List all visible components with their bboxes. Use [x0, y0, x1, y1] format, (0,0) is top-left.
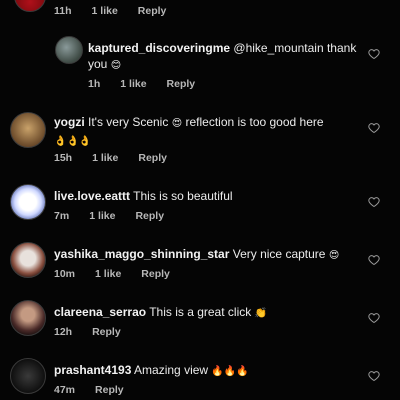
avatar[interactable]: [14, 0, 46, 12]
reply-button[interactable]: Reply: [138, 152, 167, 164]
comment-partial-top: 11h 1 like Reply: [0, 0, 400, 22]
heart-icon[interactable]: [368, 196, 380, 208]
comment-time: 47m: [54, 384, 76, 396]
comment-text-continued: reflection is too good here: [185, 115, 324, 129]
heart-icon[interactable]: [368, 48, 380, 60]
reply-button[interactable]: Reply: [141, 268, 170, 280]
comment-meta: 47m Reply: [54, 384, 144, 396]
avatar[interactable]: [10, 242, 46, 278]
comment-time: 10m: [54, 268, 76, 280]
heart-icon[interactable]: [368, 254, 380, 266]
avatar[interactable]: [10, 184, 46, 220]
comment-time: 15h: [54, 152, 73, 164]
comment-body: yashika_maggo_shinning_star Very nice ca…: [54, 246, 374, 264]
comment-item: kaptured_discoveringme @hike_mountain th…: [0, 36, 400, 92]
heart-eyes-emoji: 😍: [328, 250, 340, 261]
clap-emoji: 👏: [254, 308, 268, 319]
comment-time: 7m: [54, 210, 70, 222]
comment-text: This is a great click: [149, 305, 252, 319]
comment-text: This is so beautiful: [133, 189, 233, 203]
avatar[interactable]: [10, 112, 46, 148]
comment-body: prashant4193 Amazing view 🔥🔥🔥: [54, 362, 364, 380]
avatar[interactable]: [10, 300, 46, 336]
comment-time: 11h: [54, 5, 72, 17]
comment-meta: 15h 1 like Reply: [54, 152, 187, 164]
reply-button[interactable]: Reply: [92, 326, 121, 338]
ok-hand-emoji: 👌👌👌: [54, 136, 92, 147]
comment-username[interactable]: yashika_maggo_shinning_star: [54, 247, 229, 261]
comment-meta: 11h 1 like Reply: [54, 5, 186, 17]
heart-eyes-emoji: 😍: [171, 118, 183, 129]
reply-button[interactable]: Reply: [138, 5, 167, 17]
like-count[interactable]: 1 like: [95, 268, 121, 280]
comment-body: live.love.eattt This is so beautiful: [54, 188, 364, 204]
comment-meta: 10m 1 like Reply: [54, 268, 190, 280]
comment-item: yashika_maggo_shinning_star Very nice ca…: [0, 238, 400, 288]
smile-emoji: 😊: [110, 60, 122, 71]
heart-icon[interactable]: [368, 122, 380, 134]
comment-body: clareena_serrao This is a great click 👏: [54, 304, 364, 322]
like-count[interactable]: 1 like: [92, 152, 118, 164]
comment-username[interactable]: yogzi: [54, 115, 85, 129]
reply-button[interactable]: Reply: [95, 384, 124, 396]
like-count[interactable]: 1 like: [92, 5, 118, 17]
comment-username[interactable]: clareena_serrao: [54, 305, 146, 319]
heart-icon[interactable]: [368, 370, 380, 382]
avatar[interactable]: [10, 358, 46, 394]
comment-item: yogzi It's very Scenic 😍 reflection is t…: [0, 108, 400, 168]
comment-time: 12h: [54, 326, 73, 338]
reply-button[interactable]: Reply: [167, 78, 196, 90]
comment-item: clareena_serrao This is a great click 👏 …: [0, 296, 400, 344]
comment-username[interactable]: prashant4193: [54, 363, 131, 377]
comment-text: It's very Scenic: [88, 115, 169, 129]
comment-item: prashant4193 Amazing view 🔥🔥🔥 47m Reply: [0, 356, 400, 400]
comment-text: Amazing view: [134, 363, 209, 377]
comment-time: 1h: [88, 78, 101, 90]
comment-meta: 1h 1 like Reply: [88, 78, 215, 90]
comment-username[interactable]: live.love.eattt: [54, 189, 130, 203]
like-count[interactable]: 1 like: [89, 210, 115, 222]
reply-button[interactable]: Reply: [135, 210, 164, 222]
heart-icon[interactable]: [368, 312, 380, 324]
like-count[interactable]: 1 like: [120, 78, 146, 90]
comment-body: yogzi It's very Scenic 😍 reflection is t…: [54, 114, 364, 150]
fire-emoji: 🔥🔥🔥: [211, 366, 249, 377]
comment-meta: 7m 1 like Reply: [54, 210, 184, 222]
comment-username[interactable]: kaptured_discoveringme: [88, 41, 230, 55]
avatar[interactable]: [55, 36, 83, 64]
comment-meta: 12h Reply: [54, 326, 141, 338]
comment-body: kaptured_discoveringme @hike_mountain th…: [88, 40, 368, 74]
comment-item: live.love.eattt This is so beautiful 7m …: [0, 180, 400, 228]
comment-text: Very nice capture: [232, 247, 326, 261]
